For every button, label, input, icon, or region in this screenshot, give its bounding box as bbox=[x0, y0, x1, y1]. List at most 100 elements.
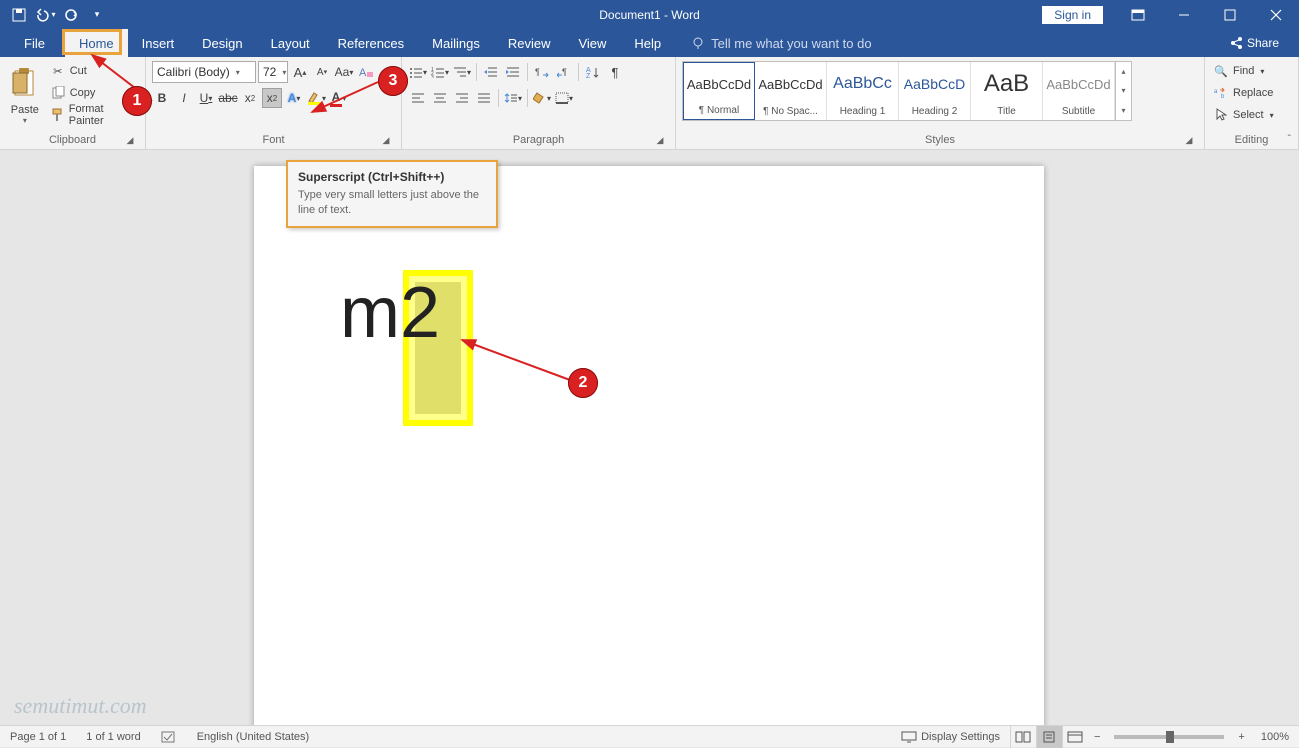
tab-home[interactable]: Home bbox=[65, 29, 128, 57]
tab-insert[interactable]: Insert bbox=[128, 29, 189, 57]
line-spacing-button[interactable]: ▾ bbox=[503, 88, 523, 108]
tab-review[interactable]: Review bbox=[494, 29, 565, 57]
strikethrough-button[interactable]: abc bbox=[218, 88, 238, 108]
text-effects-button[interactable]: A▾ bbox=[284, 88, 304, 108]
title-bar: ▾ ▾ Document1 - Word Sign in bbox=[0, 0, 1299, 29]
gallery-down[interactable]: ▾ bbox=[1116, 81, 1131, 100]
style-normal[interactable]: AaBbCcDd¶ Normal bbox=[683, 62, 755, 120]
zoom-out-button[interactable]: − bbox=[1088, 731, 1106, 743]
paragraph-launcher[interactable]: ◢ bbox=[653, 133, 667, 147]
select-button[interactable]: Select▾ bbox=[1211, 105, 1276, 125]
tab-mailings[interactable]: Mailings bbox=[418, 29, 494, 57]
svg-text:3: 3 bbox=[431, 75, 434, 78]
superscript-button[interactable]: x2 bbox=[262, 88, 282, 108]
tab-view[interactable]: View bbox=[564, 29, 620, 57]
font-color-button[interactable]: A▾ bbox=[328, 88, 348, 108]
document-area[interactable]: m2 bbox=[0, 150, 1299, 725]
tab-layout[interactable]: Layout bbox=[257, 29, 324, 57]
rtl-button[interactable]: ¶ bbox=[554, 62, 574, 82]
align-right-button[interactable] bbox=[452, 88, 472, 108]
svg-text:Z: Z bbox=[586, 73, 591, 78]
font-launcher[interactable]: ◢ bbox=[379, 133, 393, 147]
collapse-ribbon-button[interactable]: ˆ bbox=[1288, 134, 1291, 145]
close-button[interactable] bbox=[1253, 0, 1299, 29]
copy-icon bbox=[50, 86, 66, 100]
zoom-level[interactable]: 100% bbox=[1251, 731, 1299, 743]
subscript-button[interactable]: x2 bbox=[240, 88, 260, 108]
web-layout-button[interactable] bbox=[1062, 726, 1088, 748]
maximize-button[interactable] bbox=[1207, 0, 1253, 29]
gallery-more[interactable]: ▾ bbox=[1116, 101, 1131, 120]
print-layout-button[interactable] bbox=[1036, 726, 1062, 748]
shrink-font-button[interactable]: A▾ bbox=[312, 62, 332, 82]
increase-indent-button[interactable] bbox=[503, 62, 523, 82]
style-subtitle[interactable]: AaBbCcDdSubtitle bbox=[1043, 62, 1115, 120]
find-button[interactable]: 🔍Find▾ bbox=[1211, 61, 1276, 81]
tab-references[interactable]: References bbox=[324, 29, 418, 57]
grow-font-button[interactable]: A▴ bbox=[290, 62, 310, 82]
cut-button[interactable]: ✂Cut bbox=[48, 61, 139, 81]
display-settings-button[interactable]: Display Settings bbox=[891, 731, 1010, 743]
align-center-button[interactable] bbox=[430, 88, 450, 108]
zoom-in-button[interactable]: + bbox=[1232, 731, 1250, 743]
text-m: m bbox=[340, 272, 400, 354]
group-label-editing: Editing bbox=[1235, 134, 1269, 146]
lightbulb-icon bbox=[691, 36, 705, 50]
style-heading2[interactable]: AaBbCcDHeading 2 bbox=[899, 62, 971, 120]
style-title[interactable]: AaBTitle bbox=[971, 62, 1043, 120]
tab-design[interactable]: Design bbox=[188, 29, 256, 57]
font-name-combo[interactable]: Calibri (Body)▾ bbox=[152, 61, 256, 83]
tab-help[interactable]: Help bbox=[620, 29, 675, 57]
shading-button[interactable]: ▾ bbox=[532, 88, 552, 108]
group-styles: AaBbCcDd¶ Normal AaBbCcDd¶ No Spac... Aa… bbox=[676, 57, 1205, 149]
undo-button[interactable]: ▾ bbox=[34, 4, 56, 26]
group-label-font: Font bbox=[262, 134, 284, 146]
justify-button[interactable] bbox=[474, 88, 494, 108]
page[interactable]: m2 bbox=[254, 166, 1044, 725]
replace-icon: ab bbox=[1213, 87, 1229, 99]
status-proofing-icon[interactable] bbox=[151, 730, 187, 744]
save-icon[interactable] bbox=[8, 4, 30, 26]
gallery-up[interactable]: ▴ bbox=[1116, 62, 1131, 81]
status-language[interactable]: English (United States) bbox=[187, 731, 320, 743]
replace-button[interactable]: abReplace bbox=[1211, 83, 1276, 103]
ltr-button[interactable]: ¶ bbox=[532, 62, 552, 82]
share-button[interactable]: Share bbox=[1209, 29, 1299, 57]
sort-button[interactable]: AZ bbox=[583, 62, 603, 82]
highlight-button[interactable]: ▾ bbox=[306, 88, 326, 108]
multilevel-button[interactable]: ▾ bbox=[452, 62, 472, 82]
clear-format-button[interactable]: A bbox=[356, 62, 376, 82]
style-nospacing[interactable]: AaBbCcDd¶ No Spac... bbox=[755, 62, 827, 120]
tab-file[interactable]: File bbox=[4, 29, 65, 57]
italic-button[interactable]: I bbox=[174, 88, 194, 108]
paste-button[interactable]: Paste ▾ bbox=[6, 61, 44, 127]
font-size-combo[interactable]: 72▾ bbox=[258, 61, 288, 83]
zoom-slider[interactable] bbox=[1114, 735, 1224, 739]
tell-me-search[interactable]: Tell me what you want to do bbox=[675, 29, 871, 57]
ribbon-display-icon[interactable] bbox=[1115, 0, 1161, 29]
clipboard-launcher[interactable]: ◢ bbox=[123, 133, 137, 147]
style-heading1[interactable]: AaBbCcHeading 1 bbox=[827, 62, 899, 120]
change-case-button[interactable]: Aa▾ bbox=[334, 62, 354, 82]
group-label-clipboard: Clipboard bbox=[49, 134, 96, 146]
sign-in-button[interactable]: Sign in bbox=[1042, 6, 1103, 24]
numbering-button[interactable]: 123▾ bbox=[430, 62, 450, 82]
qat-customize[interactable]: ▾ bbox=[86, 4, 108, 26]
underline-button[interactable]: U▾ bbox=[196, 88, 216, 108]
document-text[interactable]: m2 bbox=[340, 272, 440, 354]
share-label: Share bbox=[1247, 36, 1279, 50]
status-words[interactable]: 1 of 1 word bbox=[76, 731, 150, 743]
cursor-icon bbox=[1213, 108, 1229, 122]
redo-button[interactable] bbox=[60, 4, 82, 26]
decrease-indent-button[interactable] bbox=[481, 62, 501, 82]
minimize-button[interactable] bbox=[1161, 0, 1207, 29]
borders-button[interactable]: ▾ bbox=[554, 88, 574, 108]
show-marks-button[interactable]: ¶ bbox=[605, 62, 625, 82]
status-page[interactable]: Page 1 of 1 bbox=[0, 731, 76, 743]
bold-button[interactable]: B bbox=[152, 88, 172, 108]
bullets-button[interactable]: ▾ bbox=[408, 62, 428, 82]
align-left-button[interactable] bbox=[408, 88, 428, 108]
read-mode-button[interactable] bbox=[1010, 726, 1036, 748]
svg-text:¶: ¶ bbox=[562, 67, 567, 77]
styles-launcher[interactable]: ◢ bbox=[1182, 133, 1196, 147]
